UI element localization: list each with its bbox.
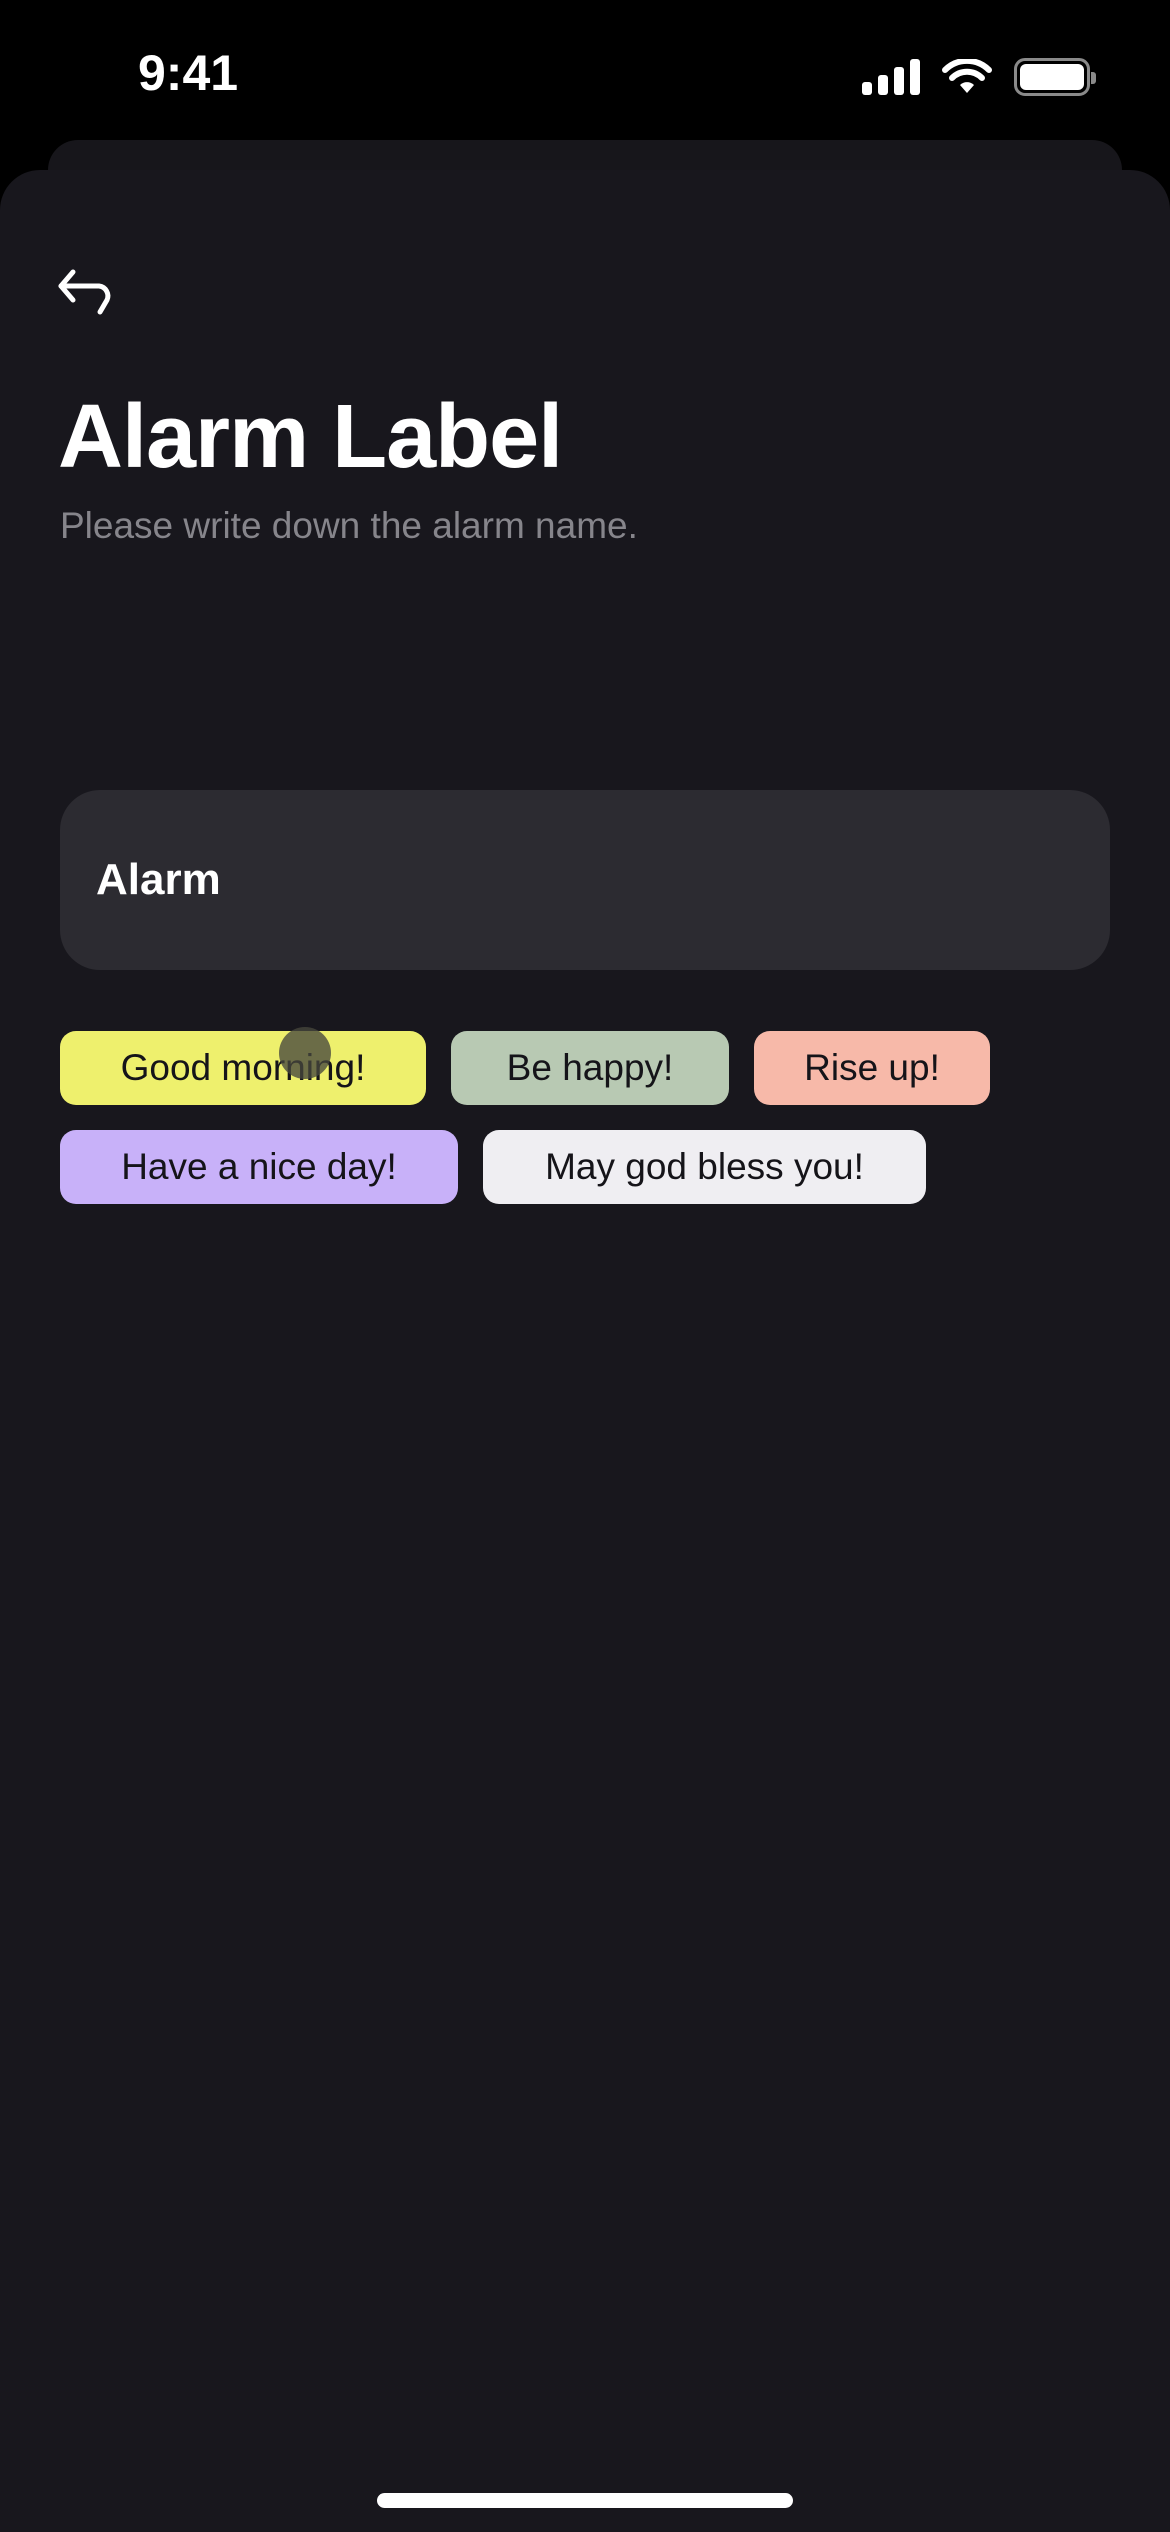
suggestion-chips: Good morning! Be happy! Rise up! Have a …	[60, 1031, 1120, 1229]
page-title: Alarm Label	[58, 387, 563, 487]
suggestion-chip-have-a-nice-day[interactable]: Have a nice day!	[60, 1130, 458, 1204]
chip-label: May god bless you!	[545, 1146, 864, 1187]
chip-label: Have a nice day!	[121, 1146, 397, 1187]
page-subtitle: Please write down the alarm name.	[60, 505, 638, 546]
suggestion-chip-rise-up[interactable]: Rise up!	[754, 1031, 990, 1105]
suggestion-chip-may-god-bless-you[interactable]: May god bless you!	[483, 1130, 926, 1204]
suggestion-chip-be-happy[interactable]: Be happy!	[451, 1031, 729, 1105]
home-indicator[interactable]	[377, 2493, 793, 2508]
suggestion-row: Good morning! Be happy! Rise up!	[60, 1031, 1120, 1105]
battery-icon	[1014, 58, 1096, 96]
back-arrow-icon	[58, 269, 111, 315]
alarm-label-field	[60, 790, 1110, 970]
status-bar: 9:41	[0, 0, 1170, 140]
suggestion-row: Have a nice day! May god bless you!	[60, 1130, 1120, 1204]
cellular-signal-icon	[862, 59, 920, 95]
wifi-icon	[942, 59, 992, 93]
touch-indicator	[279, 1027, 331, 1079]
suggestion-chip-good-morning[interactable]: Good morning!	[60, 1031, 426, 1105]
chip-label: Be happy!	[506, 1047, 674, 1088]
alarm-label-screen: 9:41 Alarm Label Please write down the a…	[0, 0, 1170, 2532]
alarm-label-input[interactable]	[60, 790, 1110, 970]
chip-label: Rise up!	[804, 1047, 940, 1088]
status-icons	[862, 58, 1096, 96]
status-time: 9:41	[138, 45, 239, 101]
back-button[interactable]	[50, 262, 120, 322]
